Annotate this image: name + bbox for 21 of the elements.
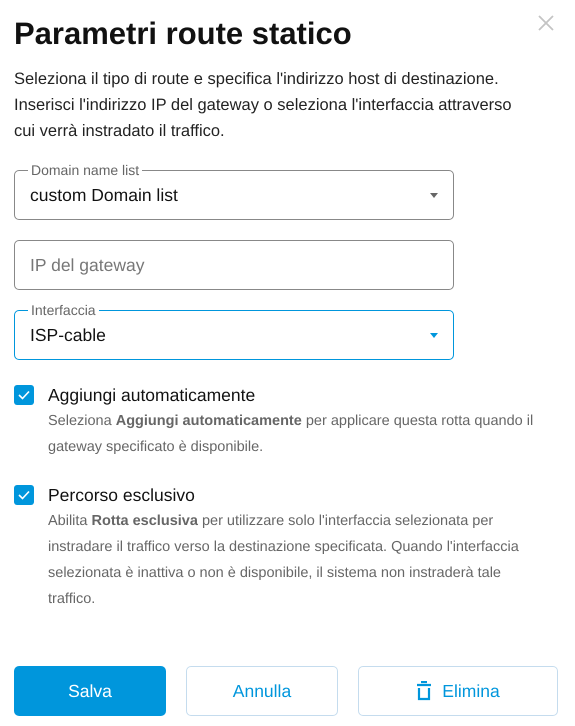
dialog-title: Parametri route statico [14, 15, 352, 53]
delete-button[interactable]: Elimina [358, 666, 558, 716]
checkbox[interactable] [14, 485, 34, 505]
help-text: Seleziona Aggiungi automaticamente per applicare questa rotta quando il gateway specificato è disponibile. [48, 412, 534, 457]
save-button[interactable]: Salva [14, 666, 166, 716]
checkmark-icon [18, 390, 30, 400]
checkbox[interactable] [14, 385, 34, 405]
checkmark-icon [18, 490, 30, 500]
field-value: custom Domain list [30, 184, 179, 207]
trash-icon [416, 681, 432, 701]
checkbox-label: Aggiungi automaticamente [48, 384, 256, 407]
input-field[interactable]: IP del gateway [14, 240, 454, 290]
description: Seleziona il tipo di route e specifica l'indirizzo host di destinazione. Inserisci l'indirizzo IP del gateway o seleziona l'interfaccia attraverso cui verrà instradato il traffico. [14, 69, 513, 142]
cancel-button[interactable]: Annulla [186, 666, 338, 716]
dropdown-arrow-icon [430, 192, 438, 198]
field-value: ISP-cable [30, 324, 107, 347]
close-icon [537, 14, 555, 32]
dropdown-arrow-icon [430, 332, 438, 338]
checkbox-label: Percorso esclusivo [48, 484, 195, 507]
close-button[interactable] [537, 14, 555, 32]
help-text: Abilita Rotta esclusiva per utilizzare solo l'interfaccia selezionata per instradare il traffico verso la destinazione specificata. Quando l'interfaccia selezionata è inattiva o non è disponibile, il sistema non instraderà tale traffico. [48, 512, 520, 609]
